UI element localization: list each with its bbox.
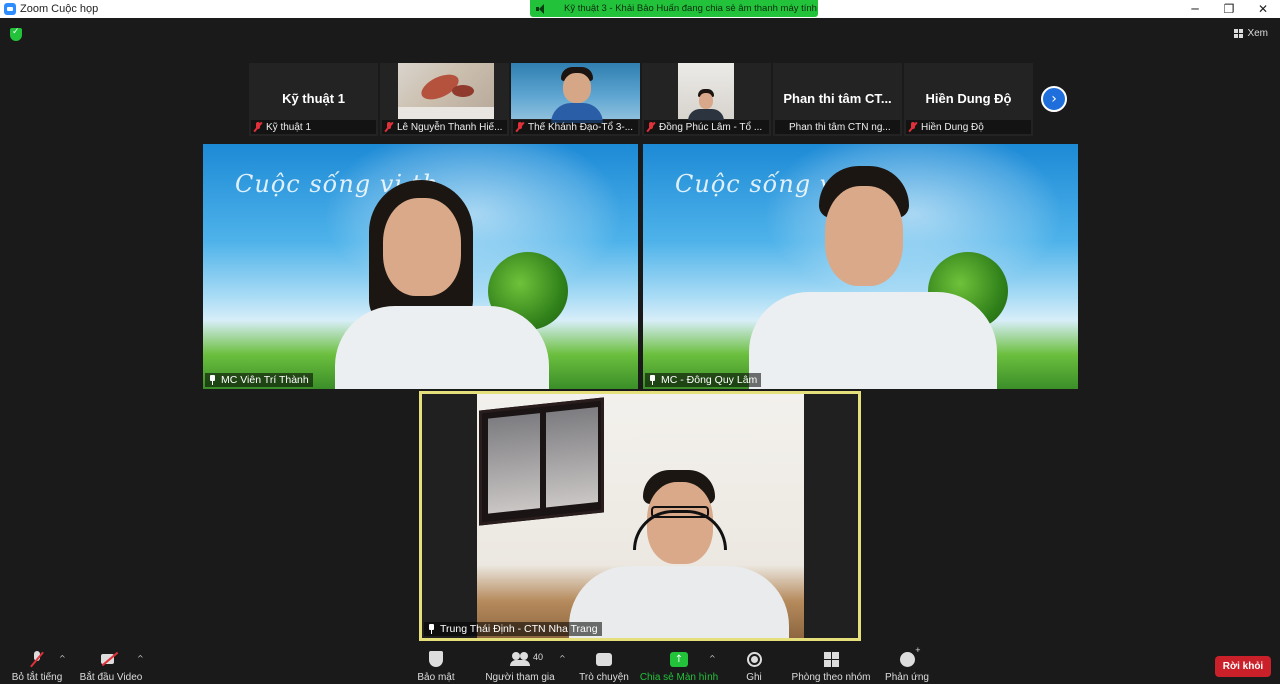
thumbnail-display-name: Phan thi tâm CT... <box>783 91 892 106</box>
thumbnail-name-tag: Phan thi tâm CTN ng... <box>775 120 900 134</box>
muted-mic-icon <box>253 122 263 132</box>
chat-bubble-icon <box>596 652 612 666</box>
participant-name-tag: MC - Đông Quy Lâm <box>645 373 762 387</box>
pin-icon <box>427 624 436 634</box>
participants-label: Người tham gia <box>485 672 555 683</box>
chat-button[interactable]: Trò chuyện <box>579 648 629 683</box>
record-label: Ghi <box>746 672 762 683</box>
muted-mic-icon <box>31 651 43 667</box>
leave-meeting-button[interactable]: Rời khỏi <box>1215 656 1271 677</box>
participant-thumbnail[interactable]: Kỹ thuật 1 Kỹ thuật 1 <box>249 63 378 136</box>
breakout-rooms-label: Phòng theo nhóm <box>791 672 871 683</box>
security-button[interactable]: Bảo mật <box>416 648 456 683</box>
participant-person <box>567 470 797 638</box>
zoom-app-icon <box>4 3 16 15</box>
thumbnail-name-tag: Lê Nguyễn Thanh Hiế... <box>382 120 507 134</box>
participant-room-background <box>477 394 804 638</box>
audio-share-banner[interactable]: Kỹ thuật 3 - Khải Bảo Huấn đang chia sẻ … <box>530 0 818 17</box>
shield-icon <box>429 651 443 667</box>
window-title: Zoom Cuộc họp <box>20 3 99 15</box>
participant-person <box>743 164 1003 389</box>
share-options-chevron-icon[interactable]: ^ <box>709 654 716 663</box>
thumbnail-label: Đồng Phúc Lâm - Tổ ... <box>659 121 763 133</box>
window-controls: ─ ❐ ✕ <box>1178 0 1280 18</box>
start-video-button[interactable]: Bắt đầu Video <box>79 648 143 683</box>
reactions-smiley-icon <box>899 645 921 667</box>
muted-mic-icon <box>384 122 394 132</box>
participants-count: 40 <box>533 652 544 662</box>
participant-thumbnail[interactable]: Thế Khánh Đạo-Tổ 3-... <box>511 63 640 136</box>
thumbnail-label: Phan thi tâm CTN ng... <box>789 121 891 133</box>
participant-video <box>398 63 494 119</box>
chat-label: Trò chuyện <box>579 672 629 683</box>
breakout-rooms-icon <box>823 651 839 667</box>
next-page-chevron-icon[interactable]: › <box>1041 86 1067 112</box>
security-label: Bảo mật <box>417 672 455 683</box>
encryption-shield-icon[interactable] <box>10 27 22 41</box>
speaker-icon <box>536 3 548 14</box>
share-screen-icon: ↑ <box>670 651 688 667</box>
participant-name: MC Viên Trí Thành <box>221 374 309 386</box>
participant-name: Trung Thái Định - CTN Nha Trang <box>440 623 598 635</box>
thumbnail-name-tag: Hiền Dung Độ <box>906 120 1031 134</box>
pin-icon <box>208 375 217 385</box>
share-screen-button[interactable]: ↑ Chia sẻ Màn hình <box>639 648 719 683</box>
participant-thumbnail[interactable]: Phan thi tâm CT... Phan thi tâm CTN ng..… <box>773 63 902 136</box>
video-tile-right[interactable]: Cuộc sống vị th MC - Đông Quy Lâm <box>643 144 1078 389</box>
thumbnail-label: Thế Khánh Đạo-Tổ 3-... <box>528 121 634 133</box>
reactions-label: Phản ứng <box>885 672 929 683</box>
audio-share-text: Kỹ thuật 3 - Khải Bảo Huấn đang chia sẻ … <box>564 3 817 14</box>
participant-video <box>511 63 640 123</box>
muted-mic-icon <box>908 122 918 132</box>
restore-button[interactable]: ❐ <box>1212 0 1246 18</box>
minimize-button[interactable]: ─ <box>1178 0 1212 18</box>
thumbnail-display-name: Hiền Dung Độ <box>925 91 1012 106</box>
grid-view-icon <box>1234 29 1244 38</box>
participant-name: MC - Đông Quy Lâm <box>661 374 758 386</box>
participant-thumbnail-strip: Kỹ thuật 1 Kỹ thuật 1 Lê Nguyễn Thanh Hi… <box>249 63 1033 136</box>
record-icon <box>746 651 762 667</box>
breakout-rooms-button[interactable]: Phòng theo nhóm <box>792 648 870 683</box>
participant-thumbnail[interactable]: Đồng Phúc Lâm - Tổ ... <box>642 63 771 136</box>
participant-name-tag: Trung Thái Định - CTN Nha Trang <box>424 622 602 636</box>
participant-person <box>333 174 553 389</box>
audio-options-chevron-icon[interactable]: ^ <box>59 654 66 663</box>
thumbnail-name-tag: Thế Khánh Đạo-Tổ 3-... <box>513 120 638 134</box>
start-video-label: Bắt đầu Video <box>79 672 143 683</box>
unmute-button[interactable]: Bỏ tắt tiếng <box>12 648 62 683</box>
record-button[interactable]: Ghi <box>740 648 768 683</box>
participants-icon <box>510 652 530 666</box>
thumbnail-display-name: Kỹ thuật 1 <box>282 91 345 106</box>
muted-mic-icon <box>515 122 525 132</box>
video-tile-left[interactable]: Cuộc sống vị th MC Viên Trí Thành <box>203 144 638 389</box>
participant-name-tag: MC Viên Trí Thành <box>205 373 313 387</box>
participants-button[interactable]: Người tham gia <box>485 648 555 683</box>
thumbnail-name-tag: Đồng Phúc Lâm - Tổ ... <box>644 120 769 134</box>
participant-thumbnail[interactable]: Hiền Dung Độ Hiền Dung Độ <box>904 63 1033 136</box>
unmute-label: Bỏ tắt tiếng <box>11 672 63 683</box>
participant-video <box>678 63 734 121</box>
muted-mic-icon <box>646 122 656 132</box>
thumbnail-label: Kỹ thuật 1 <box>266 121 312 133</box>
view-button-label: Xem <box>1247 28 1268 39</box>
view-button[interactable]: Xem <box>1234 28 1268 39</box>
video-tile-active-speaker[interactable]: Trung Thái Định - CTN Nha Trang <box>419 391 861 641</box>
video-off-icon <box>101 653 121 665</box>
participants-options-chevron-icon[interactable]: ^ <box>559 654 566 663</box>
share-screen-label: Chia sẻ Màn hình <box>639 672 719 683</box>
close-button[interactable]: ✕ <box>1246 0 1280 18</box>
pin-icon <box>648 375 657 385</box>
participant-thumbnail[interactable]: Lê Nguyễn Thanh Hiế... <box>380 63 509 136</box>
thumbnail-label: Lê Nguyễn Thanh Hiế... <box>397 121 503 133</box>
thumbnail-name-tag: Kỹ thuật 1 <box>251 120 376 134</box>
thumbnail-label: Hiền Dung Độ <box>921 121 984 133</box>
meeting-toolbar: Bỏ tắt tiếng ^ Bắt đầu Video ^ Bảo mật N… <box>0 645 1280 684</box>
video-options-chevron-icon[interactable]: ^ <box>137 654 144 663</box>
reactions-button[interactable]: Phản ứng <box>885 645 929 684</box>
